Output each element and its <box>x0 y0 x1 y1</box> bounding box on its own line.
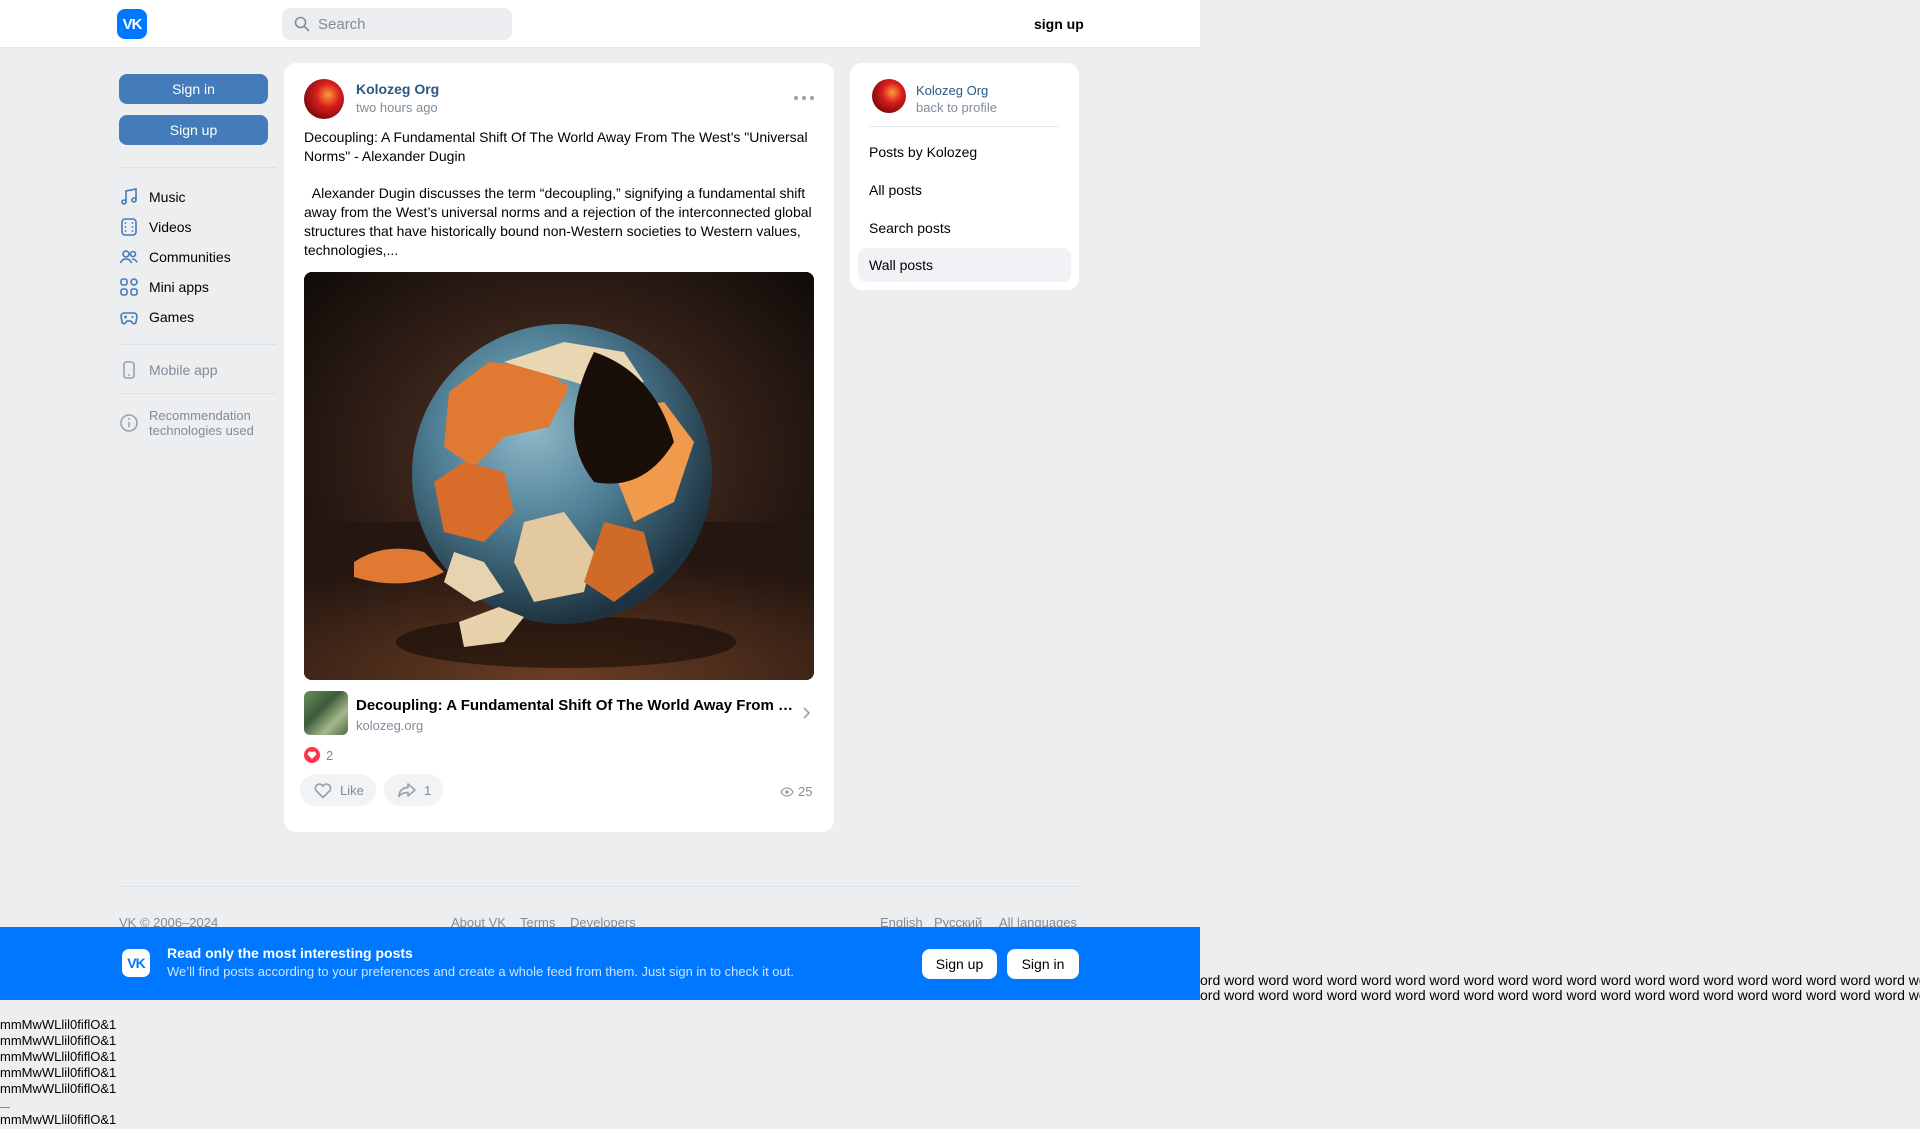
banner-sign-up-button[interactable]: Sign up <box>922 949 997 979</box>
post-author[interactable]: Kolozeg Org <box>356 81 439 97</box>
nav-item-label: Mobile app <box>149 362 218 378</box>
nav-item-mobile-app[interactable]: Mobile app <box>119 356 218 384</box>
vk-logo: VK <box>122 949 150 977</box>
eye-icon <box>780 786 794 797</box>
video-film-icon <box>121 218 137 236</box>
info-icon <box>120 414 138 432</box>
globe-image <box>304 272 814 680</box>
sign-in-button[interactable]: Sign in <box>119 74 268 104</box>
search-icon <box>294 16 310 32</box>
more-options-icon[interactable] <box>794 93 814 103</box>
heart-outline-icon <box>314 783 332 799</box>
divider-line <box>0 1107 10 1108</box>
phone-icon <box>123 361 135 379</box>
banner-sign-in-button[interactable]: Sign in <box>1007 949 1079 979</box>
nav-divider <box>119 344 276 345</box>
heart-reaction-icon <box>304 747 320 763</box>
font-test-line: mmMwWLlil0fiflO&1 <box>0 1049 117 1064</box>
like-label: Like <box>340 782 364 798</box>
likes-count: 2 <box>326 747 334 763</box>
font-test-line: mmMwWLlil0fiflO&1 <box>0 1033 117 1048</box>
post-title: Decoupling: A Fundamental Shift Of The W… <box>304 129 808 164</box>
nav-item-communities[interactable]: Communities <box>119 243 231 271</box>
panel-item-posts-by[interactable]: Posts by Kolozeg <box>858 135 1071 169</box>
like-button[interactable]: Like <box>300 774 376 806</box>
author-avatar[interactable] <box>304 79 344 119</box>
nav-item-videos[interactable]: Videos <box>119 213 192 241</box>
search-input[interactable] <box>318 15 498 33</box>
post-time[interactable]: two hours ago <box>356 100 438 115</box>
nav-item-label: Recommendation technologies used <box>149 408 254 438</box>
views-count: 25 <box>798 784 813 799</box>
font-test-line: mmMwWLlil0fiflO&1 <box>0 1112 117 1127</box>
chevron-right-icon <box>803 707 811 719</box>
signup-banner: VK Read only the most interesting posts … <box>0 927 1200 1000</box>
panel-item-wall-posts[interactable]: Wall posts <box>858 248 1071 282</box>
footer-divider <box>119 886 1079 887</box>
panel-item-all-posts[interactable]: All posts <box>858 173 1071 207</box>
panel-divider <box>869 126 1059 127</box>
gamepad-icon <box>120 312 138 325</box>
panel-avatar[interactable] <box>872 79 906 113</box>
nav-item-games[interactable]: Games <box>119 303 194 331</box>
nav-item-recommendation[interactable]: Recommendation technologies used <box>119 408 269 438</box>
post-card: Kolozeg Org two hours ago Decoupling: A … <box>284 63 834 832</box>
vk-logo[interactable]: VK <box>117 9 147 39</box>
panel-author[interactable]: Kolozeg Org <box>916 83 988 98</box>
link-title: Decoupling: A Fundamental Shift Of The W… <box>356 697 796 714</box>
search-box[interactable] <box>282 8 512 40</box>
share-button[interactable]: 1 <box>384 774 444 806</box>
nav-divider <box>119 167 276 168</box>
nav-item-music[interactable]: Music <box>119 183 186 211</box>
banner-title: Read only the most interesting posts <box>167 945 413 961</box>
nav-item-label: Mini apps <box>149 279 209 295</box>
nav-item-label: Videos <box>149 219 192 235</box>
nav-item-label: Music <box>149 189 186 205</box>
nav-divider <box>119 393 276 394</box>
nav-item-label: Games <box>149 309 195 325</box>
profile-panel: Kolozeg Org back to profile Posts by Kol… <box>850 63 1079 290</box>
views-counter: 25 <box>780 784 812 799</box>
sign-up-button[interactable]: Sign up <box>119 115 268 145</box>
word-filler-line: ord word word word word word word word w… <box>1200 973 1920 988</box>
post-image[interactable] <box>304 272 814 680</box>
top-header: VK sign up <box>0 0 1200 48</box>
users-icon <box>119 250 138 264</box>
font-test-line: mmMwWLlil0fiflO&1 <box>0 1017 117 1032</box>
share-arrow-icon <box>398 783 416 798</box>
font-test-line: mmMwWLlil0fiflO&1 <box>0 1065 117 1080</box>
link-domain: kolozeg.org <box>356 718 424 733</box>
music-note-icon <box>121 188 137 205</box>
nav-item-label: Communities <box>149 249 231 265</box>
word-filler-line: ord word word word word word word word w… <box>1200 988 1920 1003</box>
font-test-line: mmMwWLlil0fiflO&1 <box>0 1081 117 1096</box>
link-thumbnail <box>304 691 348 735</box>
back-to-profile-link[interactable]: back to profile <box>916 100 997 115</box>
post-body: Alexander Dugin discusses the term “deco… <box>304 185 816 258</box>
reactions-summary[interactable]: 2 <box>304 747 333 763</box>
apps-grid-icon <box>120 278 138 296</box>
banner-subtitle: We’ll find posts according to your prefe… <box>167 964 794 979</box>
header-signup-link[interactable]: sign up <box>1034 16 1084 32</box>
link-attachment[interactable]: Decoupling: A Fundamental Shift Of The W… <box>304 691 814 737</box>
shares-count: 1 <box>424 782 432 798</box>
panel-item-search-posts[interactable]: Search posts <box>858 211 1071 245</box>
nav-item-mini-apps[interactable]: Mini apps <box>119 273 209 301</box>
